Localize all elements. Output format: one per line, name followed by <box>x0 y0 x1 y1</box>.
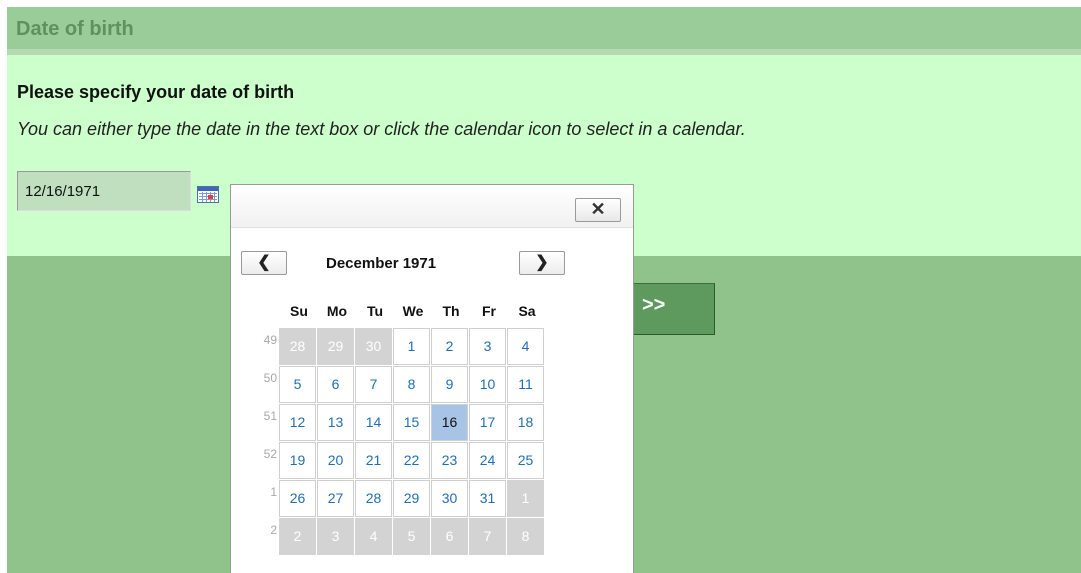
weekday-label: Fr <box>482 303 496 319</box>
calendar-day[interactable]: 21 <box>355 442 392 479</box>
calendar-day[interactable]: 25 <box>507 442 544 479</box>
calendar-day[interactable]: 27 <box>317 480 354 517</box>
calendar-day[interactable]: 20 <box>317 442 354 479</box>
calendar-day-other-month: 30 <box>355 328 392 365</box>
calendar-icon-bar <box>198 187 218 191</box>
calendar-day[interactable]: 13 <box>317 404 354 441</box>
calendar-day-other-month: 28 <box>279 328 316 365</box>
calendar-day-other-month: 7 <box>469 518 506 555</box>
calendar-popup: ✕ ❮ December 1971 ❯ Su Mo Tu We Th Fr Sa… <box>230 184 634 573</box>
calendar-day[interactable]: 24 <box>469 442 506 479</box>
question-text: Please specify your date of birth <box>17 82 295 102</box>
calendar-day[interactable]: 3 <box>469 328 506 365</box>
weekday-label: Mo <box>326 303 348 319</box>
calendar-day[interactable]: 18 <box>507 404 544 441</box>
calendar-day-other-month: 8 <box>507 518 544 555</box>
calendar-day[interactable]: 17 <box>469 404 506 441</box>
calendar-month-title: December 1971 <box>326 255 437 272</box>
calendar-day[interactable]: 8 <box>393 366 430 403</box>
calendar-day[interactable]: 29 <box>393 480 430 517</box>
calendar-day[interactable]: 26 <box>279 480 316 517</box>
calendar-day[interactable]: 22 <box>393 442 430 479</box>
calendar-day-other-month: 3 <box>317 518 354 555</box>
week-number: 52 <box>263 447 277 461</box>
week-number: 2 <box>270 523 277 537</box>
chevron-left-icon[interactable]: ❮ <box>241 251 287 275</box>
calendar-day[interactable]: 30 <box>431 480 468 517</box>
section-header: Date of birth <box>7 7 1081 55</box>
calendar-day[interactable]: 11 <box>507 366 544 403</box>
calendar-day[interactable]: 31 <box>469 480 506 517</box>
section-title: Date of birth <box>16 18 134 40</box>
calendar-day-other-month: 5 <box>393 518 430 555</box>
calendar-day[interactable]: 7 <box>355 366 392 403</box>
weekday-label: Th <box>442 303 460 319</box>
calendar-day-other-month: 6 <box>431 518 468 555</box>
calendar-day[interactable]: 10 <box>469 366 506 403</box>
hint-text: You can either type the date in the text… <box>17 119 746 139</box>
calendar-day[interactable]: 19 <box>279 442 316 479</box>
calendar-day[interactable]: 1 <box>393 328 430 365</box>
week-number: 49 <box>263 333 277 347</box>
next-button[interactable]: >> <box>625 283 715 335</box>
calendar-day[interactable]: 9 <box>431 366 468 403</box>
calendar-day[interactable]: 15 <box>393 404 430 441</box>
date-of-birth-input[interactable] <box>17 171 191 211</box>
calendar-day[interactable]: 14 <box>355 404 392 441</box>
calendar-day-other-month: 1 <box>507 480 544 517</box>
calendar-day[interactable]: 6 <box>317 366 354 403</box>
weekday-label: Su <box>290 303 308 319</box>
chevron-right-icon[interactable]: ❯ <box>519 251 565 275</box>
calendar-day[interactable]: 4 <box>507 328 544 365</box>
calendar-day[interactable]: 16 <box>431 404 468 441</box>
calendar-day-other-month: 2 <box>279 518 316 555</box>
weekday-label: Tu <box>366 303 384 319</box>
week-number: 51 <box>263 409 277 423</box>
calendar-icon[interactable] <box>197 186 219 203</box>
weekday-label: We <box>402 303 424 319</box>
calendar-icon-marker <box>208 195 213 199</box>
calendar-day-other-month: 29 <box>317 328 354 365</box>
calendar-day-other-month: 4 <box>355 518 392 555</box>
week-number: 1 <box>270 485 277 499</box>
calendar-day[interactable]: 12 <box>279 404 316 441</box>
close-icon[interactable]: ✕ <box>575 198 621 222</box>
calendar-day[interactable]: 23 <box>431 442 468 479</box>
calendar-day[interactable]: 28 <box>355 480 392 517</box>
calendar-day[interactable]: 5 <box>279 366 316 403</box>
calendar-popup-titlebar: ✕ <box>231 185 633 228</box>
calendar-day[interactable]: 2 <box>431 328 468 365</box>
weekday-label: Sa <box>518 303 536 319</box>
week-number: 50 <box>263 371 277 385</box>
